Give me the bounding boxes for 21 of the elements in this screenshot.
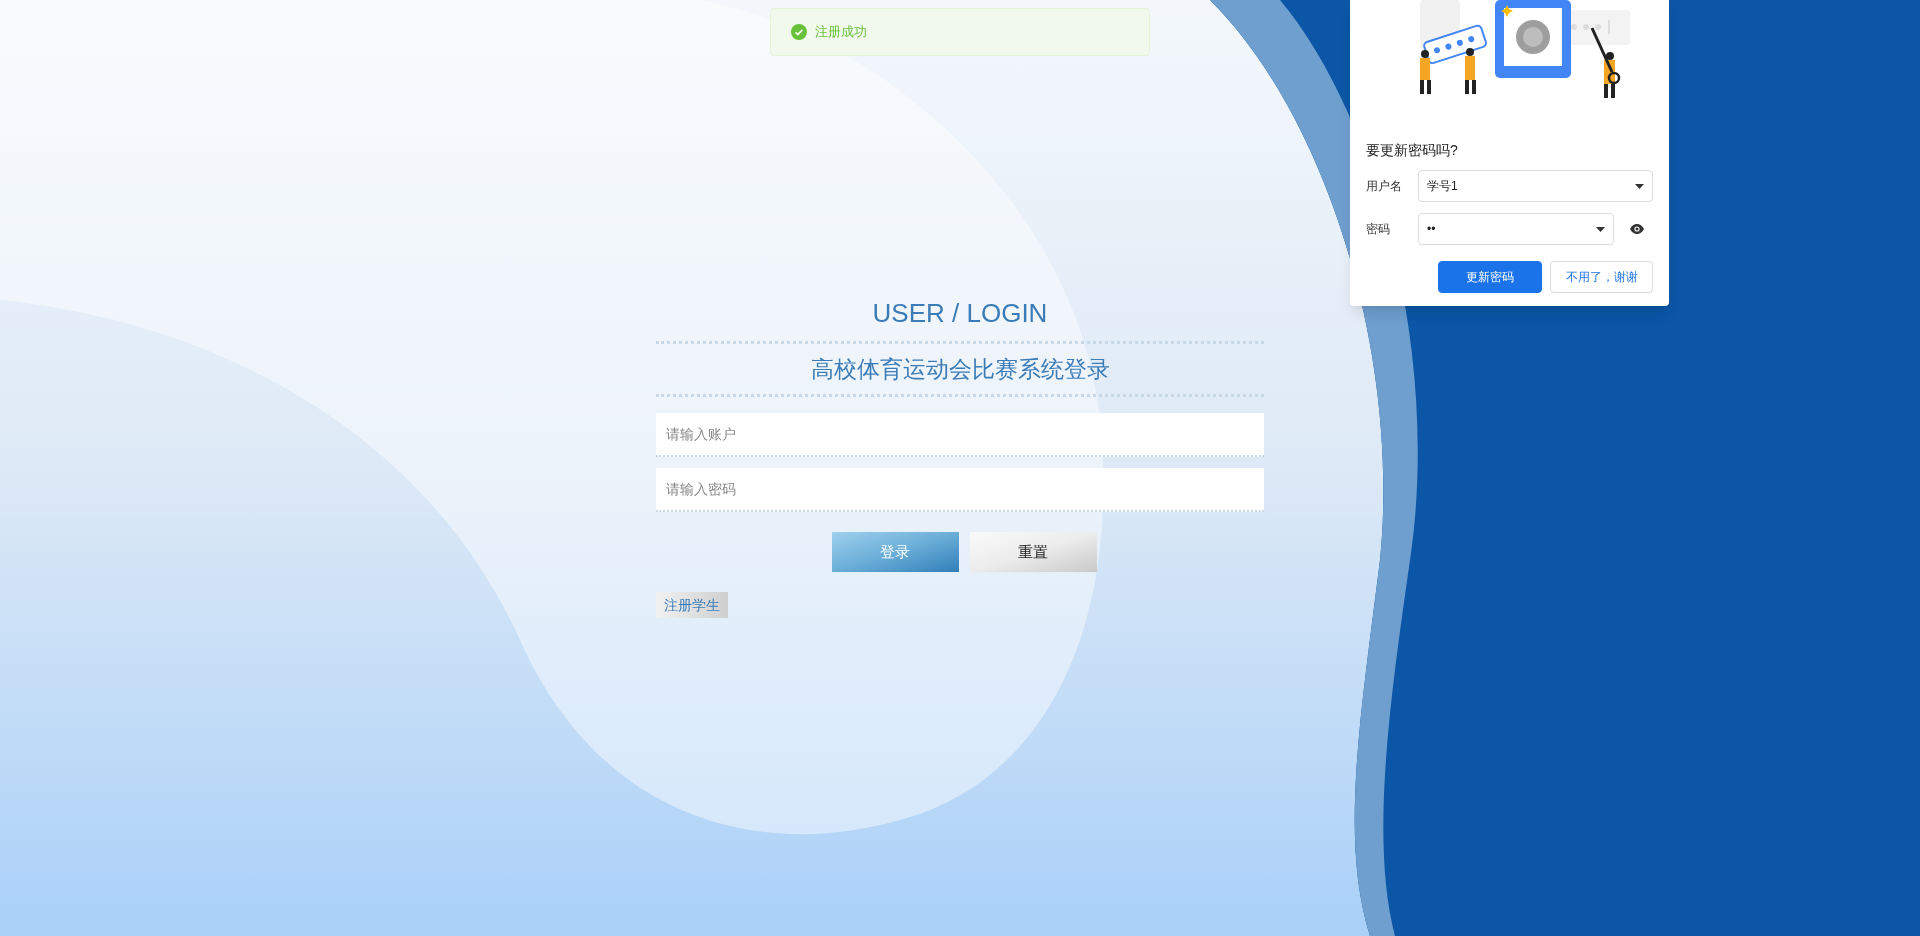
popup-question: 要更新密码吗? xyxy=(1366,141,1459,160)
login-button[interactable]: 登录 xyxy=(831,532,959,572)
update-password-button[interactable]: 更新密码 xyxy=(1438,261,1542,293)
check-circle-icon xyxy=(791,24,807,40)
login-title: USER / LOGIN xyxy=(871,297,1049,330)
decline-button[interactable]: 不用了，谢谢 xyxy=(1550,261,1653,293)
eye-icon[interactable] xyxy=(1630,224,1644,234)
password-field[interactable]: 请输入密码 xyxy=(656,468,1264,512)
dropdown-caret-icon xyxy=(1596,226,1605,232)
login-subtitle: 高校体育运动会比赛系统登录 xyxy=(809,355,1111,384)
account-field[interactable]: 请输入账户 xyxy=(656,413,1264,457)
field-label: 密码 xyxy=(1366,221,1391,238)
register-student-link[interactable]: 注册学生 xyxy=(656,592,728,618)
field-value: •• xyxy=(1427,221,1436,238)
field-value: 学号1 xyxy=(1427,178,1458,195)
field-label: 用户名 xyxy=(1366,178,1403,195)
reset-button[interactable]: 重置 xyxy=(969,532,1097,572)
dropdown-caret-icon xyxy=(1635,183,1644,189)
username-dropdown[interactable]: 学号1 xyxy=(1418,170,1653,202)
password-dropdown[interactable]: •• xyxy=(1418,213,1614,245)
toast-message: 注册成功 xyxy=(815,23,867,42)
